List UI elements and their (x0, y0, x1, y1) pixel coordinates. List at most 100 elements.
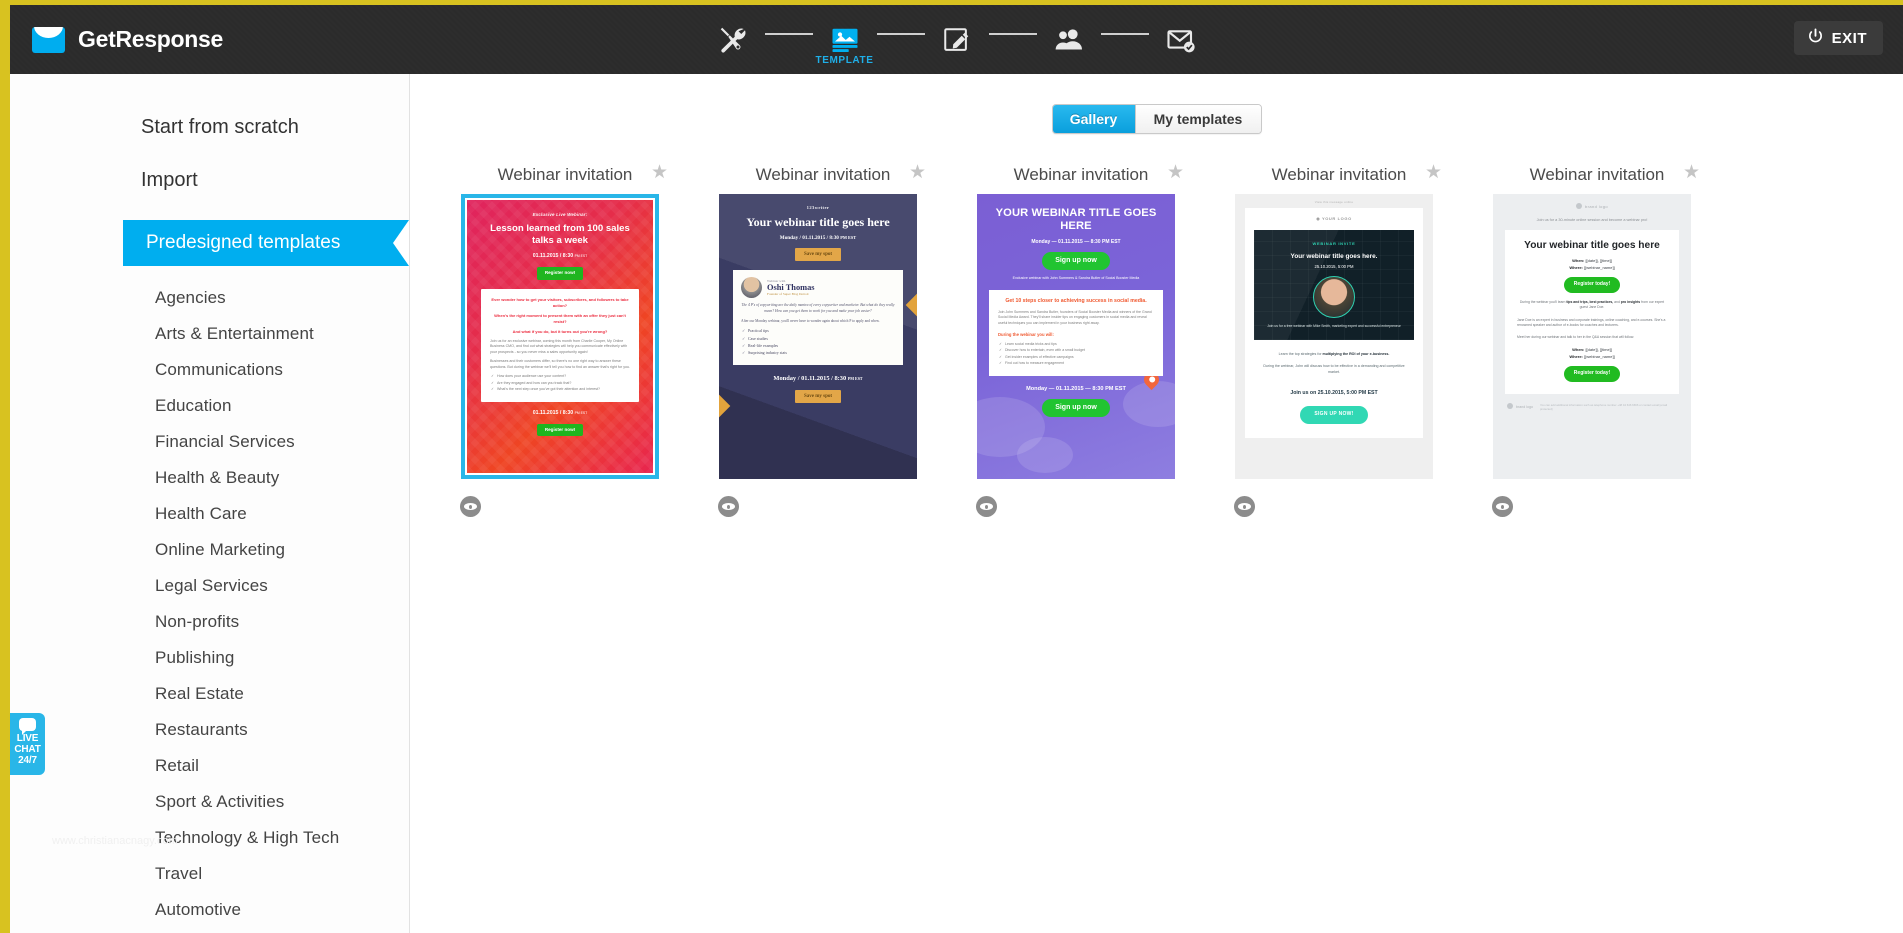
sidebar-item-online-marketing[interactable]: Online Marketing (10, 532, 409, 568)
email-where-label: Where: (1569, 353, 1583, 359)
eye-icon[interactable] (1492, 496, 1513, 517)
email-cta-button: Register now! (536, 266, 584, 280)
sidebar-item-label: Education (155, 396, 232, 415)
sidebar-item-arts-entertainment[interactable]: Arts & Entertainment (10, 316, 409, 352)
sidebar-item-publishing[interactable]: Publishing (10, 640, 409, 676)
email-bullet: Surprising industry stats (742, 350, 895, 356)
email-body-panel: Ever wonder how to get your visitors, su… (481, 288, 639, 402)
step-edit[interactable] (928, 5, 986, 74)
app-window: GetResponse TEMPLATE EXIT Start from scr… (10, 5, 1903, 933)
template-card[interactable]: Webinar invitation ★ YOUR WEBINAR TITLE … (952, 162, 1210, 517)
sidebar-item-travel[interactable]: Travel (10, 856, 409, 892)
tab-my-templates[interactable]: My templates (1134, 105, 1261, 133)
template-card[interactable]: Webinar invitation ★ Exclusive Live Webi… (436, 162, 694, 517)
email-footer-cta-button: Register now! (536, 423, 584, 437)
tab-gallery[interactable]: Gallery (1052, 105, 1135, 133)
sidebar-item-health-care[interactable]: Health Care (10, 496, 409, 532)
email-date-suffix: PM EST (840, 234, 857, 240)
sidebar-item-label: Import (141, 169, 198, 191)
email-where-value: [[webinar_name]] (1584, 353, 1615, 359)
star-icon[interactable]: ★ (1683, 163, 1700, 183)
template-thumbnail[interactable]: View this message online ◉ YOUR LOGO WEB… (1235, 194, 1433, 479)
sidebar-item-sport-activities[interactable]: Sport & Activities (10, 784, 409, 820)
template-card[interactable]: Webinar invitation ★ View this message o… (1210, 162, 1468, 517)
email-paragraph: Join John Summers and Sandra Butler, fou… (998, 309, 1152, 325)
email-date: 25.10.2015, 5:00 PM (1314, 264, 1354, 270)
email-question: And what if you do, but it turns out you… (512, 328, 608, 334)
sidebar-item-consulting[interactable]: Consulting (10, 928, 409, 933)
step-send[interactable] (1152, 5, 1210, 74)
email-bullet-list: How does your audience use your content?… (490, 374, 630, 392)
live-chat-line-2: CHAT (14, 744, 41, 755)
star-icon[interactable]: ★ (1425, 163, 1442, 183)
sidebar-item-financial-services[interactable]: Financial Services (10, 424, 409, 460)
email-footer-logo-label: brand logo (1516, 404, 1533, 409)
email-logo-label: brand logo (1585, 204, 1608, 209)
sidebar-item-non-profits[interactable]: Non-profits (10, 604, 409, 640)
email-footer-logo: brand logo (1507, 402, 1533, 410)
sidebar-item-label: Technology & High Tech (155, 828, 340, 847)
sidebar-item-retail[interactable]: Retail (10, 748, 409, 784)
sidebar-item-education[interactable]: Education (10, 388, 409, 424)
template-card[interactable]: Webinar invitation ★ 123writer Your webi… (694, 162, 952, 517)
sidebar-item-automotive[interactable]: Automotive (10, 892, 409, 928)
exit-button[interactable]: EXIT (1793, 21, 1883, 55)
sidebar-item-communications[interactable]: Communications (10, 352, 409, 388)
email-speaker-name: Oshi Thomas (767, 283, 815, 293)
template-thumbnail[interactable]: 123writer Your webinar title goes here M… (719, 194, 917, 479)
template-card-header: Webinar invitation ★ (1210, 162, 1468, 188)
template-preview: brand logo Join us for a 30-minute onlin… (1493, 194, 1691, 479)
live-chat-tab[interactable]: LIVE CHAT 24/7 (10, 713, 45, 775)
eye-icon[interactable] (460, 496, 481, 517)
sidebar-item-label: Online Marketing (155, 540, 286, 559)
email-footer-date: Monday / 01.11.2015 / 8:30 PM EST (729, 374, 907, 383)
sidebar-item-label: Restaurants (155, 720, 248, 739)
email-when-label: When: (1572, 346, 1585, 352)
sidebar-item-real-estate[interactable]: Real Estate (10, 676, 409, 712)
email-bullet: Learn social media tricks and tips (999, 342, 1154, 347)
email-footer-date: Monday — 01.11.2015 — 8:30 PM EST (1026, 385, 1126, 392)
eye-icon[interactable] (1234, 496, 1255, 517)
email-where-row: Where: [[webinar_name]] (1517, 265, 1667, 272)
stepper-connector (876, 32, 925, 35)
sidebar-item-label: Sport & Activities (155, 792, 285, 811)
sidebar-item-predesigned-templates[interactable]: Predesigned templates (123, 220, 409, 266)
sidebar-item-health-beauty[interactable]: Health & Beauty (10, 460, 409, 496)
sidebar-item-label: Health & Beauty (155, 468, 280, 487)
sidebar-item-restaurants[interactable]: Restaurants (10, 712, 409, 748)
eye-icon[interactable] (976, 496, 997, 517)
sidebar-item-start-from-scratch[interactable]: Start from scratch (10, 104, 409, 151)
email-body-panel: Webinar with Oshi Thomas Founder of Supe… (733, 270, 903, 366)
email-footer-text: You can add additional information such … (1539, 402, 1668, 411)
sidebar-item-technology-high-tech[interactable]: Technology & High Tech (10, 820, 409, 856)
email-headline: Your webinar title goes here (1524, 239, 1660, 251)
template-card[interactable]: Webinar invitation ★ brand logo Join us … (1468, 162, 1726, 517)
template-thumbnail-selected[interactable]: Exclusive Live Webinar: Lesson learned f… (461, 194, 659, 479)
template-thumbnail[interactable]: brand logo Join us for a 30-minute onlin… (1493, 194, 1691, 479)
email-date: Monday — 01.11.2015 — 8:30 PM EST (1031, 239, 1121, 245)
sidebar-item-import[interactable]: Import (10, 151, 409, 204)
email-footer-date-suffix: PM EST (574, 410, 588, 415)
top-bar: GetResponse TEMPLATE EXIT (10, 5, 1903, 74)
template-card-header: Webinar invitation ★ (1468, 162, 1726, 188)
star-icon[interactable]: ★ (1167, 163, 1184, 183)
sidebar-item-legal-services[interactable]: Legal Services (10, 568, 409, 604)
eye-icon[interactable] (718, 496, 739, 517)
email-footer-date: 01.11.2015 / 8:30 PM EST (478, 410, 642, 418)
sidebar-item-agencies[interactable]: Agencies (10, 280, 409, 316)
step-tools[interactable] (704, 5, 762, 74)
email-cta-button: SIGN UP NOW! (1300, 406, 1368, 424)
star-icon[interactable]: ★ (651, 163, 668, 183)
email-bullet: How does your audience use your content? (491, 374, 630, 379)
sidebar-item-label: Agencies (155, 288, 226, 307)
step-contacts[interactable] (1040, 5, 1098, 74)
step-template[interactable]: TEMPLATE (816, 5, 874, 74)
email-footer-cta-button: Save my spot (794, 389, 842, 404)
template-thumbnail[interactable]: YOUR WEBINAR TITLE GOES HERE Monday — 01… (977, 194, 1175, 479)
email-preview-red: Exclusive Live Webinar: Lesson learned f… (467, 200, 653, 473)
brand-logo[interactable]: GetResponse (32, 26, 223, 53)
email-preview-navy: 123writer Your webinar title goes here M… (719, 194, 917, 479)
email-where-row: Where: [[webinar_name]] (1517, 354, 1667, 361)
template-title: Webinar invitation (1271, 165, 1407, 184)
star-icon[interactable]: ★ (909, 163, 926, 183)
